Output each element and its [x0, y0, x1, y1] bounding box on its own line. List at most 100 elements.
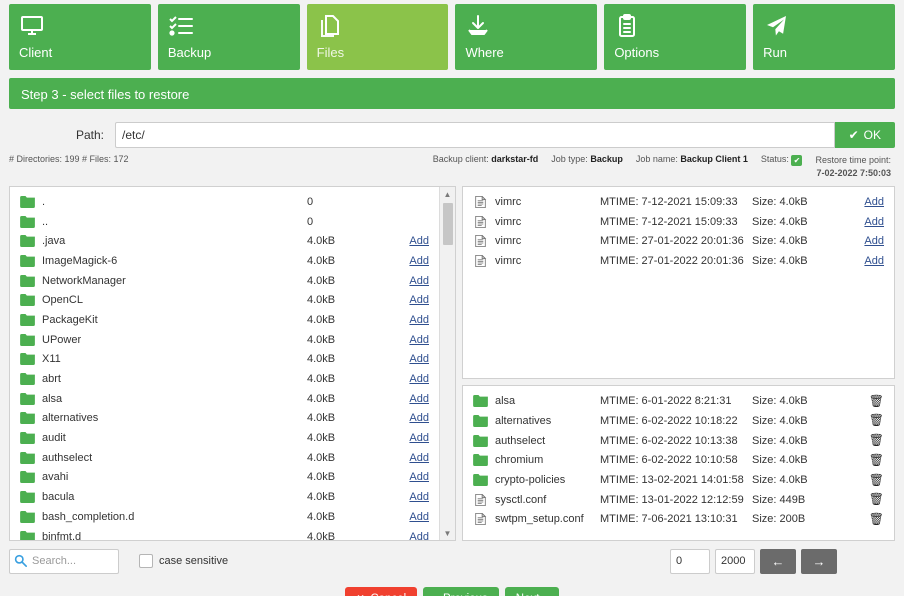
add-link[interactable]: Add [409, 471, 429, 483]
cancel-button[interactable]: ✖ Cancel [345, 587, 417, 596]
table-row[interactable]: vimrcMTIME: 7-12-2021 15:09:33Size: 4.0k… [463, 192, 894, 212]
entry-action[interactable]: Add [389, 235, 437, 247]
entry-action[interactable]: 🗑 [844, 474, 892, 487]
entry-action[interactable]: Add [389, 275, 437, 287]
trash-icon[interactable]: 🗑 [869, 492, 884, 506]
table-row[interactable]: abrt4.0kBAdd [10, 369, 439, 389]
previous-button[interactable]: ‹ Previous [423, 587, 499, 596]
entry-action[interactable]: 🗑 [844, 454, 892, 467]
table-row[interactable]: avahi4.0kBAdd [10, 468, 439, 488]
table-row[interactable]: ImageMagick-64.0kBAdd [10, 251, 439, 271]
table-row[interactable]: UPower4.0kBAdd [10, 330, 439, 350]
add-link[interactable]: Add [864, 255, 884, 267]
entry-action[interactable]: 🗑 [844, 493, 892, 506]
entry-action[interactable]: Add [389, 412, 437, 424]
tab-where[interactable]: Where [455, 4, 597, 70]
table-row[interactable]: authselect4.0kBAdd [10, 448, 439, 468]
entry-action[interactable]: Add [389, 432, 437, 444]
table-row[interactable]: X114.0kBAdd [10, 350, 439, 370]
previous-page-button[interactable]: ← [760, 549, 796, 574]
add-link[interactable]: Add [409, 491, 429, 503]
directory-list[interactable]: .0..0.java4.0kBAddImageMagick-64.0kBAddN… [9, 186, 456, 541]
entry-action[interactable]: 🗑 [844, 513, 892, 526]
selected-files-list[interactable]: alsaMTIME: 6-01-2022 8:21:31Size: 4.0kB🗑… [462, 385, 895, 541]
entry-action[interactable]: Add [389, 531, 437, 540]
add-link[interactable]: Add [409, 373, 429, 385]
path-ok-button[interactable]: ✔ OK [835, 122, 895, 148]
scroll-up-icon[interactable]: ▲ [440, 187, 455, 201]
entry-action[interactable]: 🗑 [844, 414, 892, 427]
add-link[interactable]: Add [409, 432, 429, 444]
table-row[interactable]: OpenCL4.0kBAdd [10, 290, 439, 310]
table-row[interactable]: .0 [10, 192, 439, 212]
add-link[interactable]: Add [409, 353, 429, 365]
scrollbar-thumb[interactable] [443, 203, 453, 245]
table-row[interactable]: PackageKit4.0kBAdd [10, 310, 439, 330]
add-link[interactable]: Add [409, 275, 429, 287]
table-row[interactable]: binfmt.d4.0kBAdd [10, 527, 439, 540]
limit-input[interactable] [715, 549, 755, 574]
table-row[interactable]: bash_completion.d4.0kBAdd [10, 507, 439, 527]
scroll-down-icon[interactable]: ▼ [440, 526, 455, 540]
entry-action[interactable]: 🗑 [844, 434, 892, 447]
add-link[interactable]: Add [409, 412, 429, 424]
table-row[interactable]: alternativesMTIME: 6-02-2022 10:18:22Siz… [463, 411, 894, 431]
add-link[interactable]: Add [864, 235, 884, 247]
entry-action[interactable]: Add [389, 511, 437, 523]
offset-input[interactable] [670, 549, 710, 574]
add-link[interactable]: Add [409, 294, 429, 306]
table-row[interactable]: alternatives4.0kBAdd [10, 409, 439, 429]
table-row[interactable]: vimrcMTIME: 27-01-2022 20:01:36Size: 4.0… [463, 231, 894, 251]
tab-run[interactable]: Run [753, 4, 895, 70]
table-row[interactable]: sysctl.confMTIME: 13-01-2022 12:12:59Siz… [463, 490, 894, 510]
table-row[interactable]: ..0 [10, 212, 439, 232]
add-link[interactable]: Add [409, 531, 429, 540]
entry-action[interactable]: Add [389, 334, 437, 346]
add-link[interactable]: Add [409, 511, 429, 523]
table-row[interactable]: alsaMTIME: 6-01-2022 8:21:31Size: 4.0kB🗑 [463, 391, 894, 411]
tab-options[interactable]: Options [604, 4, 746, 70]
add-link[interactable]: Add [409, 452, 429, 464]
directory-list-scrollbar[interactable]: ▲ ▼ [439, 187, 455, 540]
table-row[interactable]: NetworkManager4.0kBAdd [10, 271, 439, 291]
entry-action[interactable]: Add [389, 491, 437, 503]
entry-action[interactable]: Add [844, 216, 892, 228]
add-link[interactable]: Add [409, 255, 429, 267]
add-link[interactable]: Add [409, 334, 429, 346]
add-link[interactable]: Add [409, 314, 429, 326]
table-row[interactable]: vimrcMTIME: 27-01-2022 20:01:36Size: 4.0… [463, 251, 894, 271]
trash-icon[interactable]: 🗑 [869, 453, 884, 467]
table-row[interactable]: swtpm_setup.confMTIME: 7-06-2021 13:10:3… [463, 510, 894, 530]
entry-action[interactable]: Add [389, 373, 437, 385]
tab-files[interactable]: Files [307, 4, 449, 70]
table-row[interactable]: audit4.0kBAdd [10, 428, 439, 448]
trash-icon[interactable]: 🗑 [869, 473, 884, 487]
trash-icon[interactable]: 🗑 [869, 394, 884, 408]
entry-action[interactable]: Add [389, 314, 437, 326]
add-link[interactable]: Add [864, 216, 884, 228]
entry-action[interactable]: 🗑 [844, 395, 892, 408]
entry-action[interactable]: Add [389, 255, 437, 267]
case-sensitive-checkbox[interactable] [139, 554, 153, 568]
next-button[interactable]: Next › [505, 587, 560, 596]
table-row[interactable]: vimrcMTIME: 7-12-2021 15:09:33Size: 4.0k… [463, 212, 894, 232]
entry-action[interactable]: Add [389, 471, 437, 483]
next-page-button[interactable]: → [801, 549, 837, 574]
trash-icon[interactable]: 🗑 [869, 433, 884, 447]
trash-icon[interactable]: 🗑 [869, 413, 884, 427]
trash-icon[interactable]: 🗑 [869, 512, 884, 526]
entry-action[interactable]: Add [389, 452, 437, 464]
tab-backup[interactable]: Backup [158, 4, 300, 70]
entry-action[interactable]: Add [389, 393, 437, 405]
entry-action[interactable]: Add [389, 353, 437, 365]
entry-action[interactable]: Add [844, 235, 892, 247]
table-row[interactable]: .java4.0kBAdd [10, 231, 439, 251]
table-row[interactable]: bacula4.0kBAdd [10, 487, 439, 507]
add-link[interactable]: Add [864, 196, 884, 208]
search-input[interactable] [9, 549, 119, 574]
entry-action[interactable]: Add [389, 294, 437, 306]
tab-client[interactable]: Client [9, 4, 151, 70]
table-row[interactable]: authselectMTIME: 6-02-2022 10:13:38Size:… [463, 431, 894, 451]
search-results-list[interactable]: vimrcMTIME: 7-12-2021 15:09:33Size: 4.0k… [462, 186, 895, 379]
table-row[interactable]: alsa4.0kBAdd [10, 389, 439, 409]
